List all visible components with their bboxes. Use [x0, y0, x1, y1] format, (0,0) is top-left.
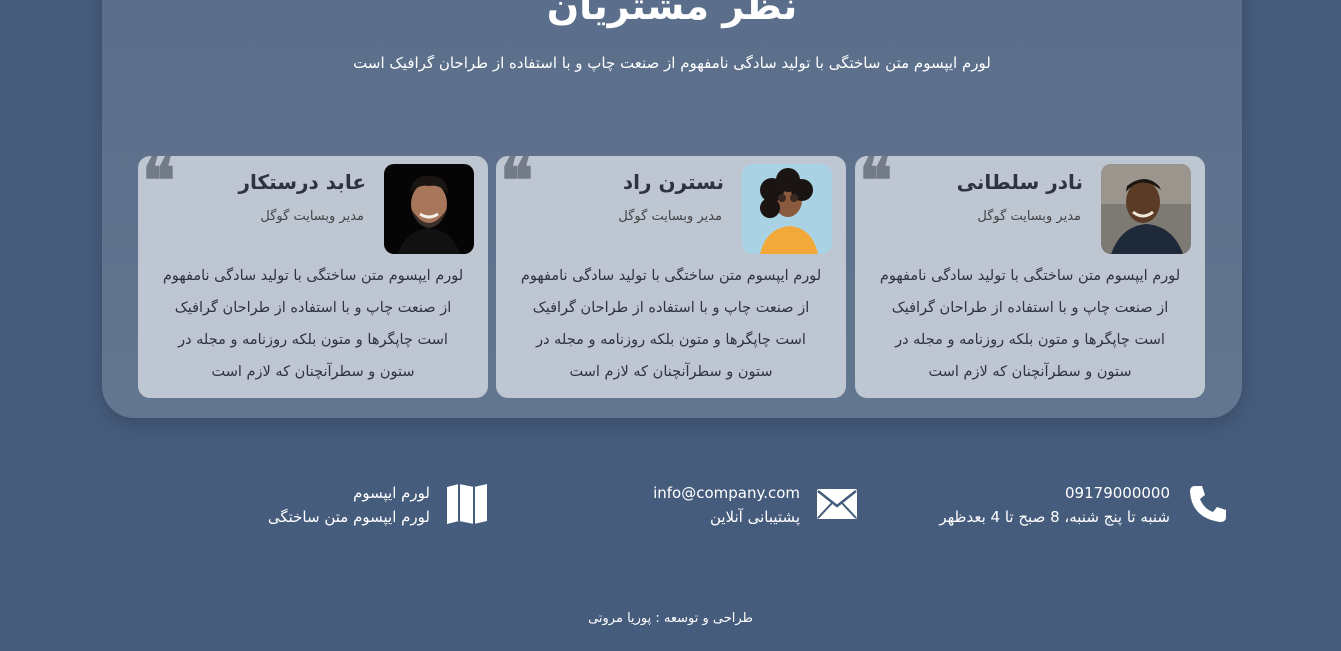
- avatar: [742, 164, 832, 254]
- address-line-2: لورم ایپسوم متن ساختگی: [267, 508, 430, 526]
- footer-credit: طراحی و توسعه : پوریا مروتی: [588, 611, 753, 626]
- testimonial-name: نسترن راد: [622, 170, 724, 194]
- testimonial-name: عابد درستکار: [238, 170, 366, 194]
- quote-icon: ❝: [500, 144, 534, 217]
- address-line-1: لورم ایپسوم: [353, 484, 430, 502]
- testimonial-role: مدیر وبسایت گوگل: [977, 209, 1081, 224]
- testimonial-role: مدیر وبسایت گوگل: [260, 209, 364, 224]
- quote-icon: ❝: [142, 144, 176, 217]
- testimonial-text: لورم ایپسوم متن ساختگی با تولید سادگی نا…: [520, 268, 822, 380]
- avatar: [384, 164, 474, 254]
- testimonial-card: عابد درستکار مدیر وبسایت گوگل ❝ لورم ایپ…: [138, 150, 488, 398]
- section-subtitle: لورم ایپسوم متن ساختگی با تولید سادگی نا…: [353, 54, 991, 72]
- contact-address: لورم ایپسوم لورم ایپسوم متن ساختگی: [260, 480, 490, 530]
- contact-email: info@company.com پشتیبانی آنلاین: [600, 480, 860, 530]
- avatar: [1101, 164, 1191, 254]
- contact-phone: 09179000000 شنبه تا پنج شنبه، 8 صبح تا 4…: [900, 480, 1230, 530]
- mail-icon: [816, 488, 858, 524]
- quote-icon: ❝: [859, 144, 893, 217]
- phone-icon: [1186, 482, 1230, 530]
- testimonial-text: لورم ایپسوم متن ساختگی با تولید سادگی نا…: [879, 268, 1181, 380]
- testimonial-text: لورم ایپسوم متن ساختگی با تولید سادگی نا…: [162, 268, 464, 380]
- map-icon: [446, 483, 488, 529]
- phone-number[interactable]: 09179000000: [1065, 484, 1170, 502]
- section-title: نظر مشتریان: [546, 0, 798, 28]
- email-address[interactable]: info@company.com: [653, 484, 800, 502]
- testimonial-role: مدیر وبسایت گوگل: [618, 209, 722, 224]
- testimonial-card: نادر سلطانی مدیر وبسایت گوگل ❝ لورم ایپس…: [855, 150, 1205, 398]
- email-label: پشتیبانی آنلاین: [709, 508, 800, 526]
- testimonial-name: نادر سلطانی: [956, 170, 1083, 194]
- testimonial-card: نسترن راد مدیر وبسایت گوگل ❝ لورم ایپسوم…: [496, 150, 846, 398]
- phone-hours: شنبه تا پنج شنبه، 8 صبح تا 4 بعدظهر: [939, 508, 1170, 526]
